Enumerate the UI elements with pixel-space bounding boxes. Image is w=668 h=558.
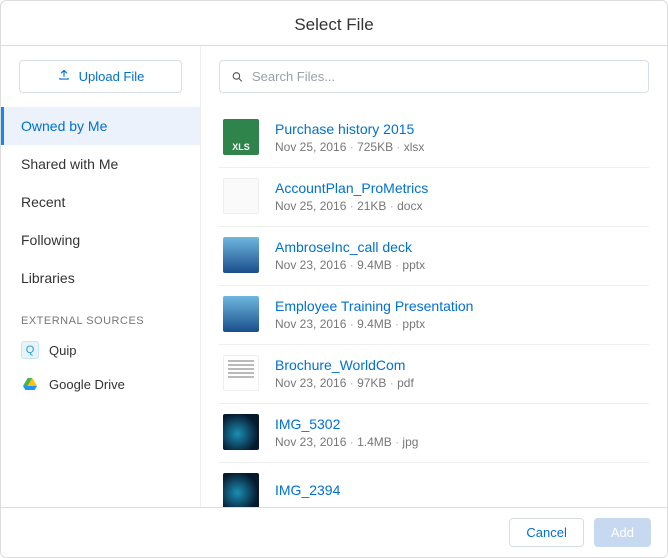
file-meta: Nov 23, 20169.4MBpptx — [275, 317, 473, 331]
sidebar-item-shared-with-me[interactable]: Shared with Me — [1, 145, 200, 183]
file-thumbnail-blank-icon — [223, 178, 259, 214]
file-name: AccountPlan_ProMetrics — [275, 180, 428, 196]
file-info: IMG_5302 Nov 23, 20161.4MBjpg — [275, 416, 418, 449]
file-row[interactable]: IMG_2394 — [219, 463, 649, 507]
external-sources-list: Q Quip Google Drive — [1, 333, 200, 401]
file-meta: Nov 23, 20161.4MBjpg — [275, 435, 418, 449]
external-source-label: Quip — [49, 343, 76, 358]
sidebar-nav: Owned by MeShared with MeRecentFollowing… — [1, 107, 200, 297]
file-info: Employee Training Presentation Nov 23, 20… — [275, 298, 473, 331]
upload-file-button[interactable]: Upload File — [19, 60, 182, 93]
upload-icon — [57, 68, 71, 85]
file-info: AmbroseInc_call deck Nov 23, 20169.4MBppt… — [275, 239, 425, 272]
file-name: AmbroseInc_call deck — [275, 239, 425, 255]
file-name: IMG_2394 — [275, 482, 340, 498]
sidebar-item-recent[interactable]: Recent — [1, 183, 200, 221]
sidebar-item-owned-by-me[interactable]: Owned by Me — [1, 107, 200, 145]
external-source-label: Google Drive — [49, 377, 125, 392]
file-thumbnail-jpg-icon — [223, 473, 259, 507]
cancel-button[interactable]: Cancel — [509, 518, 583, 547]
file-name: Brochure_WorldCom — [275, 357, 414, 373]
file-thumbnail-xls-icon: XLS — [223, 119, 259, 155]
file-row[interactable]: Employee Training Presentation Nov 23, 20… — [219, 286, 649, 345]
sidebar: Upload File Owned by MeShared with MeRec… — [1, 46, 201, 507]
file-row[interactable]: XLS Purchase history 2015 Nov 25, 2016725K… — [219, 109, 649, 168]
external-sources-label: EXTERNAL SOURCES — [1, 297, 200, 333]
file-row[interactable]: AmbroseInc_call deck Nov 23, 20169.4MBppt… — [219, 227, 649, 286]
file-name: Employee Training Presentation — [275, 298, 473, 314]
dialog-body: Upload File Owned by MeShared with MeRec… — [1, 46, 667, 507]
search-wrap — [219, 60, 649, 93]
file-thumbnail-jpg-icon — [223, 414, 259, 450]
file-row[interactable]: AccountPlan_ProMetrics Nov 25, 201621KBdo… — [219, 168, 649, 227]
dialog-footer: Cancel Add — [1, 507, 667, 557]
file-name: IMG_5302 — [275, 416, 418, 432]
file-thumbnail-pdf-icon — [223, 355, 259, 391]
file-thumbnail-ppt-icon — [223, 296, 259, 332]
file-name: Purchase history 2015 — [275, 121, 424, 137]
external-source-gdrive[interactable]: Google Drive — [1, 367, 200, 401]
select-file-dialog: Select File Upload File Owned by MeShare… — [0, 0, 668, 558]
external-source-quip[interactable]: Q Quip — [1, 333, 200, 367]
file-meta: Nov 23, 20169.4MBpptx — [275, 258, 425, 272]
add-button[interactable]: Add — [594, 518, 651, 547]
file-info: AccountPlan_ProMetrics Nov 25, 201621KBdo… — [275, 180, 428, 213]
sidebar-item-libraries[interactable]: Libraries — [1, 259, 200, 297]
sidebar-item-following[interactable]: Following — [1, 221, 200, 259]
file-meta: Nov 23, 201697KBpdf — [275, 376, 414, 390]
file-meta: Nov 25, 2016725KBxlsx — [275, 140, 424, 154]
dialog-title: Select File — [1, 1, 667, 46]
file-row[interactable]: Brochure_WorldCom Nov 23, 201697KBpdf — [219, 345, 649, 404]
main-panel: XLS Purchase history 2015 Nov 25, 2016725K… — [201, 46, 667, 507]
file-row[interactable]: IMG_5302 Nov 23, 20161.4MBjpg — [219, 404, 649, 463]
file-info: Brochure_WorldCom Nov 23, 201697KBpdf — [275, 357, 414, 390]
search-input[interactable] — [219, 60, 649, 93]
upload-label: Upload File — [79, 69, 145, 84]
quip-icon: Q — [21, 341, 39, 359]
file-thumbnail-ppt-icon — [223, 237, 259, 273]
file-info: Purchase history 2015 Nov 25, 2016725KBxl… — [275, 121, 424, 154]
gdrive-icon — [21, 375, 39, 393]
file-list[interactable]: XLS Purchase history 2015 Nov 25, 2016725K… — [219, 109, 649, 507]
file-meta: Nov 25, 201621KBdocx — [275, 199, 428, 213]
file-info: IMG_2394 — [275, 482, 340, 501]
